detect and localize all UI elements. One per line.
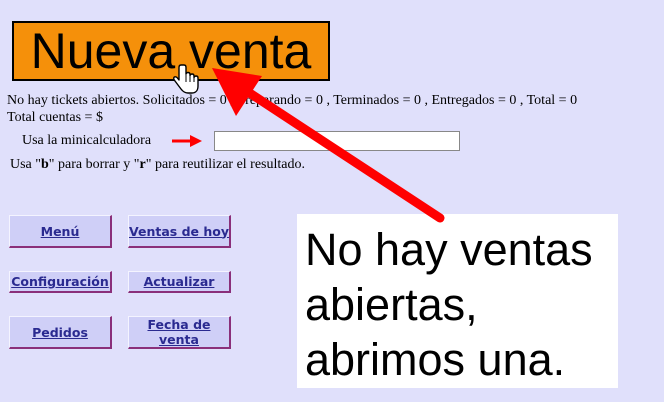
annotation-line-2: abiertas,	[305, 279, 478, 330]
calculator-label: Usa la minicalculadora	[22, 133, 152, 148]
calculator-hint: Usa "b" para borrar y "r" para reutiliza…	[10, 157, 305, 172]
pedidos-button[interactable]: Pedidos	[9, 316, 112, 349]
ventas-de-hoy-button[interactable]: Ventas de hoy	[128, 215, 231, 248]
annotation-line-1: No hay ventas	[305, 224, 593, 275]
annotation-box: No hay ventas abiertas, abrimos una.	[297, 214, 618, 388]
fecha-de-venta-button[interactable]: Fecha de venta	[128, 316, 231, 349]
calculator-input[interactable]	[214, 131, 460, 151]
actualizar-button[interactable]: Actualizar	[128, 271, 231, 293]
annotation-line-3: abrimos una.	[305, 334, 566, 385]
hint-key-b: b	[41, 157, 49, 172]
hand-cursor-icon	[173, 64, 199, 94]
configuracion-button[interactable]: Configuración	[9, 271, 112, 293]
total-accounts: Total cuentas = $	[7, 110, 103, 125]
new-sale-button[interactable]: Nueva venta	[12, 21, 330, 81]
menu-button[interactable]: Menú	[9, 215, 112, 248]
right-arrow-icon	[172, 135, 202, 147]
tickets-status: No hay tickets abiertos. Solicitados = 0…	[7, 93, 578, 108]
